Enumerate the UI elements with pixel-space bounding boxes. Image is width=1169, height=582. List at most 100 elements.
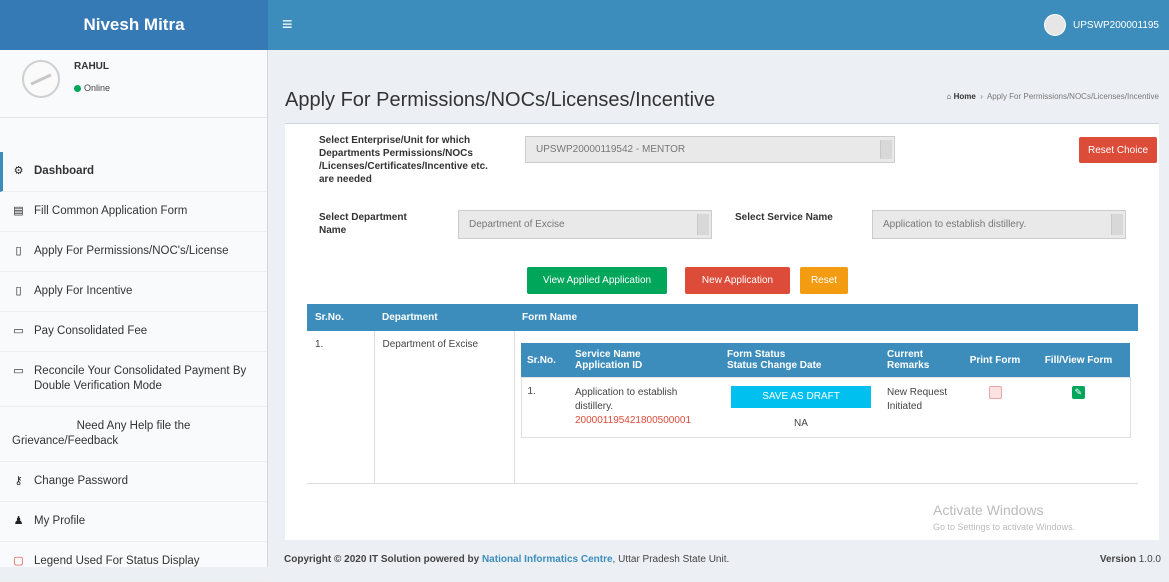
service-select[interactable]: Application to establish distillery. bbox=[872, 210, 1126, 239]
user-panel: RAHUL Online bbox=[0, 50, 267, 118]
key-icon: ⚷ bbox=[14, 475, 23, 487]
user-icon: ♟ bbox=[13, 515, 24, 527]
reset-choice-button[interactable]: Reset Choice bbox=[1079, 137, 1157, 163]
main-content: Apply For Permissions/NOCs/Licenses/Ince… bbox=[268, 50, 1169, 567]
inner-col-app-id: Application ID bbox=[575, 360, 643, 371]
watermark-title: Activate Windows bbox=[933, 502, 1044, 518]
sidebar: RAHUL Online ⚙ Dashboard ▤ Fill Common App… bbox=[0, 50, 268, 582]
inner-row-service: Application to establish distillery. bbox=[575, 387, 678, 412]
draft-status-badge: SAVE AS DRAFT bbox=[731, 386, 871, 408]
sidebar-item-label: Reconcile Your Consolidated Payment By D… bbox=[34, 365, 247, 392]
dropdown-arrow-icon bbox=[697, 214, 709, 235]
breadcrumb-current: Apply For Permissions/NOCs/Licenses/Ince… bbox=[986, 92, 1159, 101]
user-menu[interactable]: UPSWP200001195 bbox=[1044, 0, 1159, 50]
inner-row-remarks: New Request Initiated bbox=[887, 387, 948, 412]
enterprise-select[interactable]: UPSWP20000119542 - MENTOR bbox=[525, 136, 895, 163]
watermark-subtitle: Go to Settings to activate Windows. bbox=[933, 522, 1076, 532]
row-department: Department of Excise bbox=[374, 331, 515, 483]
department-label: Select Department Name bbox=[319, 212, 407, 236]
navbar: ≡ UPSWP200001195 bbox=[268, 0, 1169, 50]
dropdown-arrow-icon bbox=[880, 140, 892, 159]
sidebar-item-label: Change Password bbox=[34, 475, 128, 487]
enterprise-value: UPSWP20000119542 - MENTOR bbox=[536, 144, 686, 155]
inner-col-remarks: Remarks bbox=[887, 360, 930, 371]
table-row: 1. Department of Excise Sr.No. Service N… bbox=[307, 331, 1138, 483]
new-application-button[interactable]: New Application bbox=[685, 267, 790, 294]
dashboard-icon: ⚙ bbox=[13, 165, 24, 177]
top-bar: Nivesh Mitra ≡ UPSWP200001195 bbox=[0, 0, 1169, 50]
menu-toggle-icon[interactable]: ≡ bbox=[282, 14, 293, 35]
sidebar-item-label: Apply For Permissions/NOC's/License bbox=[34, 245, 229, 257]
sidebar-item-change-password[interactable]: ⚷ Change Password bbox=[0, 462, 267, 502]
sidebar-item-label: Grievance/Feedback bbox=[12, 435, 119, 447]
applications-table: Sr.No. Department Form Name 1. Departmen… bbox=[307, 304, 1138, 484]
topbar-username: UPSWP200001195 bbox=[1073, 19, 1159, 31]
service-value: Application to establish distillery. bbox=[883, 219, 1027, 230]
sidebar-item-apply-permissions[interactable]: ▯ Apply For Permissions/NOC's/License bbox=[0, 232, 267, 272]
service-table: Sr.No. Service Name Application ID Form S… bbox=[521, 343, 1131, 438]
department-select[interactable]: Department of Excise bbox=[458, 210, 712, 239]
inner-col-print: Print Form bbox=[969, 354, 1021, 366]
enterprise-label: Select Enterprise/Unit for which Departm… bbox=[319, 135, 488, 185]
view-applied-button[interactable]: View Applied Application bbox=[527, 267, 667, 294]
col-department: Department bbox=[382, 312, 438, 323]
col-form-name: Form Name bbox=[522, 312, 578, 323]
credit-card-icon: ▭ bbox=[13, 365, 24, 377]
inner-row-date: NA bbox=[794, 418, 808, 429]
file-icon: ▯ bbox=[15, 285, 22, 297]
sidebar-item-label: Pay Consolidated Fee bbox=[34, 325, 148, 337]
breadcrumb-home[interactable]: Home bbox=[954, 92, 976, 101]
service-label: Select Service Name bbox=[735, 212, 833, 223]
form-icon: ▤ bbox=[13, 205, 24, 217]
version: Version 1.0.0 bbox=[1100, 554, 1161, 565]
copyright: Copyright © 2020 IT Solution powered by … bbox=[284, 554, 729, 565]
print-form-icon[interactable] bbox=[988, 386, 1002, 399]
sidebar-item-label: Need Any Help file the bbox=[76, 420, 191, 432]
inner-col-service-name: Service Name bbox=[575, 349, 641, 360]
user-name: RAHUL bbox=[74, 61, 109, 72]
sidebar-item-pay-fee[interactable]: ▭ Pay Consolidated Fee bbox=[0, 312, 267, 352]
unit-text: , Uttar Pradesh State Unit. bbox=[612, 554, 730, 565]
version-label: Version bbox=[1099, 554, 1136, 565]
table-header-row: Sr.No. Department Form Name bbox=[307, 304, 1138, 331]
file-icon: ▯ bbox=[15, 245, 22, 257]
user-status: Online bbox=[74, 83, 110, 93]
inner-col-fill-view: Fill/View Form bbox=[1044, 354, 1113, 366]
nic-link[interactable]: National Informatics Centre bbox=[482, 554, 613, 565]
sidebar-item-grievance[interactable]: Need Any Help file the Grievance/Feedback bbox=[0, 407, 267, 462]
sidebar-menu: ⚙ Dashboard ▤ Fill Common Application Form… bbox=[0, 152, 267, 582]
row-srno: 1. bbox=[307, 331, 375, 483]
footer: Copyright © 2020 IT Solution powered by … bbox=[268, 550, 1169, 567]
sidebar-item-dashboard[interactable]: ⚙ Dashboard bbox=[0, 152, 267, 192]
breadcrumb: ⌂ Home › Apply For Permissions/NOCs/Lice… bbox=[946, 92, 1159, 101]
inner-row-srno: 1. bbox=[527, 386, 536, 397]
col-srno: Sr.No. bbox=[315, 312, 344, 323]
inner-col-date: Status Change Date bbox=[727, 360, 822, 371]
edit-form-icon[interactable]: ✎ bbox=[1071, 386, 1085, 399]
inner-header-row: Sr.No. Service Name Application ID Form S… bbox=[521, 343, 1130, 378]
sidebar-item-apply-incentive[interactable]: ▯ Apply For Incentive bbox=[0, 272, 267, 312]
inner-col-srno: Sr.No. bbox=[527, 354, 556, 366]
dropdown-arrow-icon bbox=[1111, 214, 1123, 235]
reset-button[interactable]: Reset bbox=[800, 267, 848, 294]
page-title: Apply For Permissions/NOCs/Licenses/Ince… bbox=[285, 89, 716, 111]
inner-col-current: Current bbox=[887, 349, 924, 360]
sidebar-item-label: Apply For Incentive bbox=[34, 285, 133, 297]
sidebar-item-reconcile[interactable]: ▭ Reconcile Your Consolidated Payment By … bbox=[0, 352, 267, 407]
sidebar-item-legend[interactable]: ▢ Legend Used For Status Display bbox=[0, 542, 267, 582]
copyright-text: Copyright © 2020 IT Solution powered by bbox=[284, 554, 480, 565]
credit-card-icon: ▭ bbox=[13, 325, 24, 337]
table-row: 1. Application to establish distillery. 2… bbox=[521, 377, 1130, 438]
form-box: Select Enterprise/Unit for which Departm… bbox=[285, 123, 1159, 540]
department-value: Department of Excise bbox=[469, 219, 565, 230]
user-avatar-icon bbox=[1044, 14, 1067, 36]
sidebar-item-my-profile[interactable]: ♟ My Profile bbox=[0, 502, 267, 542]
version-number: 1.0.0 bbox=[1138, 554, 1161, 565]
brand-logo[interactable]: Nivesh Mitra bbox=[0, 0, 268, 50]
online-dot-icon bbox=[74, 85, 81, 92]
home-icon[interactable]: ⌂ bbox=[947, 92, 954, 101]
avatar bbox=[22, 60, 60, 98]
sidebar-item-label: Dashboard bbox=[34, 165, 95, 177]
sidebar-item-common-form[interactable]: ▤ Fill Common Application Form bbox=[0, 192, 267, 232]
sidebar-item-label: Fill Common Application Form bbox=[34, 205, 188, 217]
